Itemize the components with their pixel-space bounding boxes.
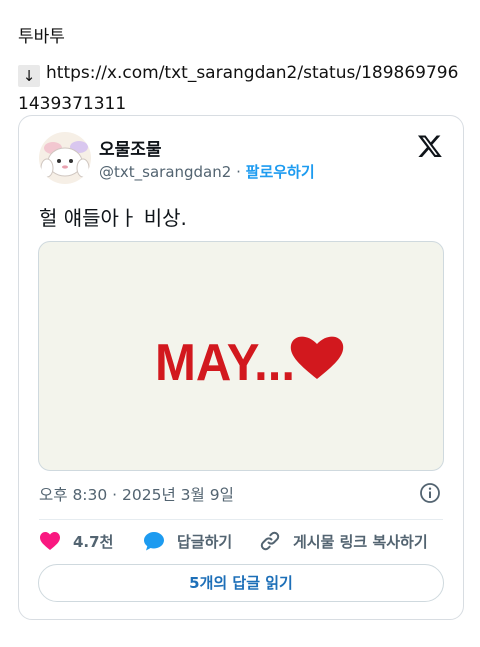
like-count: 4.7천: [73, 532, 114, 551]
divider: [39, 519, 443, 520]
follow-button[interactable]: 팔로우하기: [246, 163, 315, 181]
media-text: MAY...: [155, 334, 295, 392]
handle-line: @txt_sarangdan2 · 팔로우하기: [99, 161, 315, 182]
down-arrow-icon: ↓: [18, 65, 40, 87]
reply-bubble-icon: [144, 532, 164, 551]
heart-icon: [290, 336, 344, 379]
embedded-tweet-card[interactable]: 오물조물 @txt_sarangdan2 · 팔로우하기 헐 얘들아ㅏ 비상. …: [18, 115, 464, 620]
tweet-media-image[interactable]: MAY...: [38, 241, 444, 471]
like-heart-icon: [40, 532, 60, 550]
like-button[interactable]: 4.7천: [39, 526, 113, 556]
reply-label: 답글하기: [177, 532, 233, 551]
source-link-line: ↓ https://x.com/txt_sarangdan2/status/189…: [18, 58, 466, 120]
reply-button[interactable]: 답글하기: [143, 526, 232, 556]
tweet-text: 헐 얘들아ㅏ 비상.: [39, 206, 187, 230]
tweet-timestamp[interactable]: 오후 8:30 · 2025년 3월 9일: [39, 483, 234, 505]
read-replies-button[interactable]: 5개의 답글 읽기: [38, 564, 444, 602]
x-logo-icon[interactable]: [417, 133, 443, 159]
source-link[interactable]: https://x.com/txt_sarangdan2/status/1898…: [18, 63, 458, 114]
link-icon: [260, 531, 280, 551]
copy-link-button[interactable]: 게시물 링크 복사하기: [259, 526, 428, 556]
post-title: 투바투: [18, 27, 65, 47]
display-name[interactable]: 오물조물: [99, 135, 162, 160]
info-icon[interactable]: [419, 482, 441, 504]
separator-dot: ·: [236, 163, 241, 181]
user-handle[interactable]: @txt_sarangdan2: [99, 163, 231, 181]
avatar[interactable]: [39, 132, 91, 184]
copy-link-label: 게시물 링크 복사하기: [293, 532, 428, 551]
